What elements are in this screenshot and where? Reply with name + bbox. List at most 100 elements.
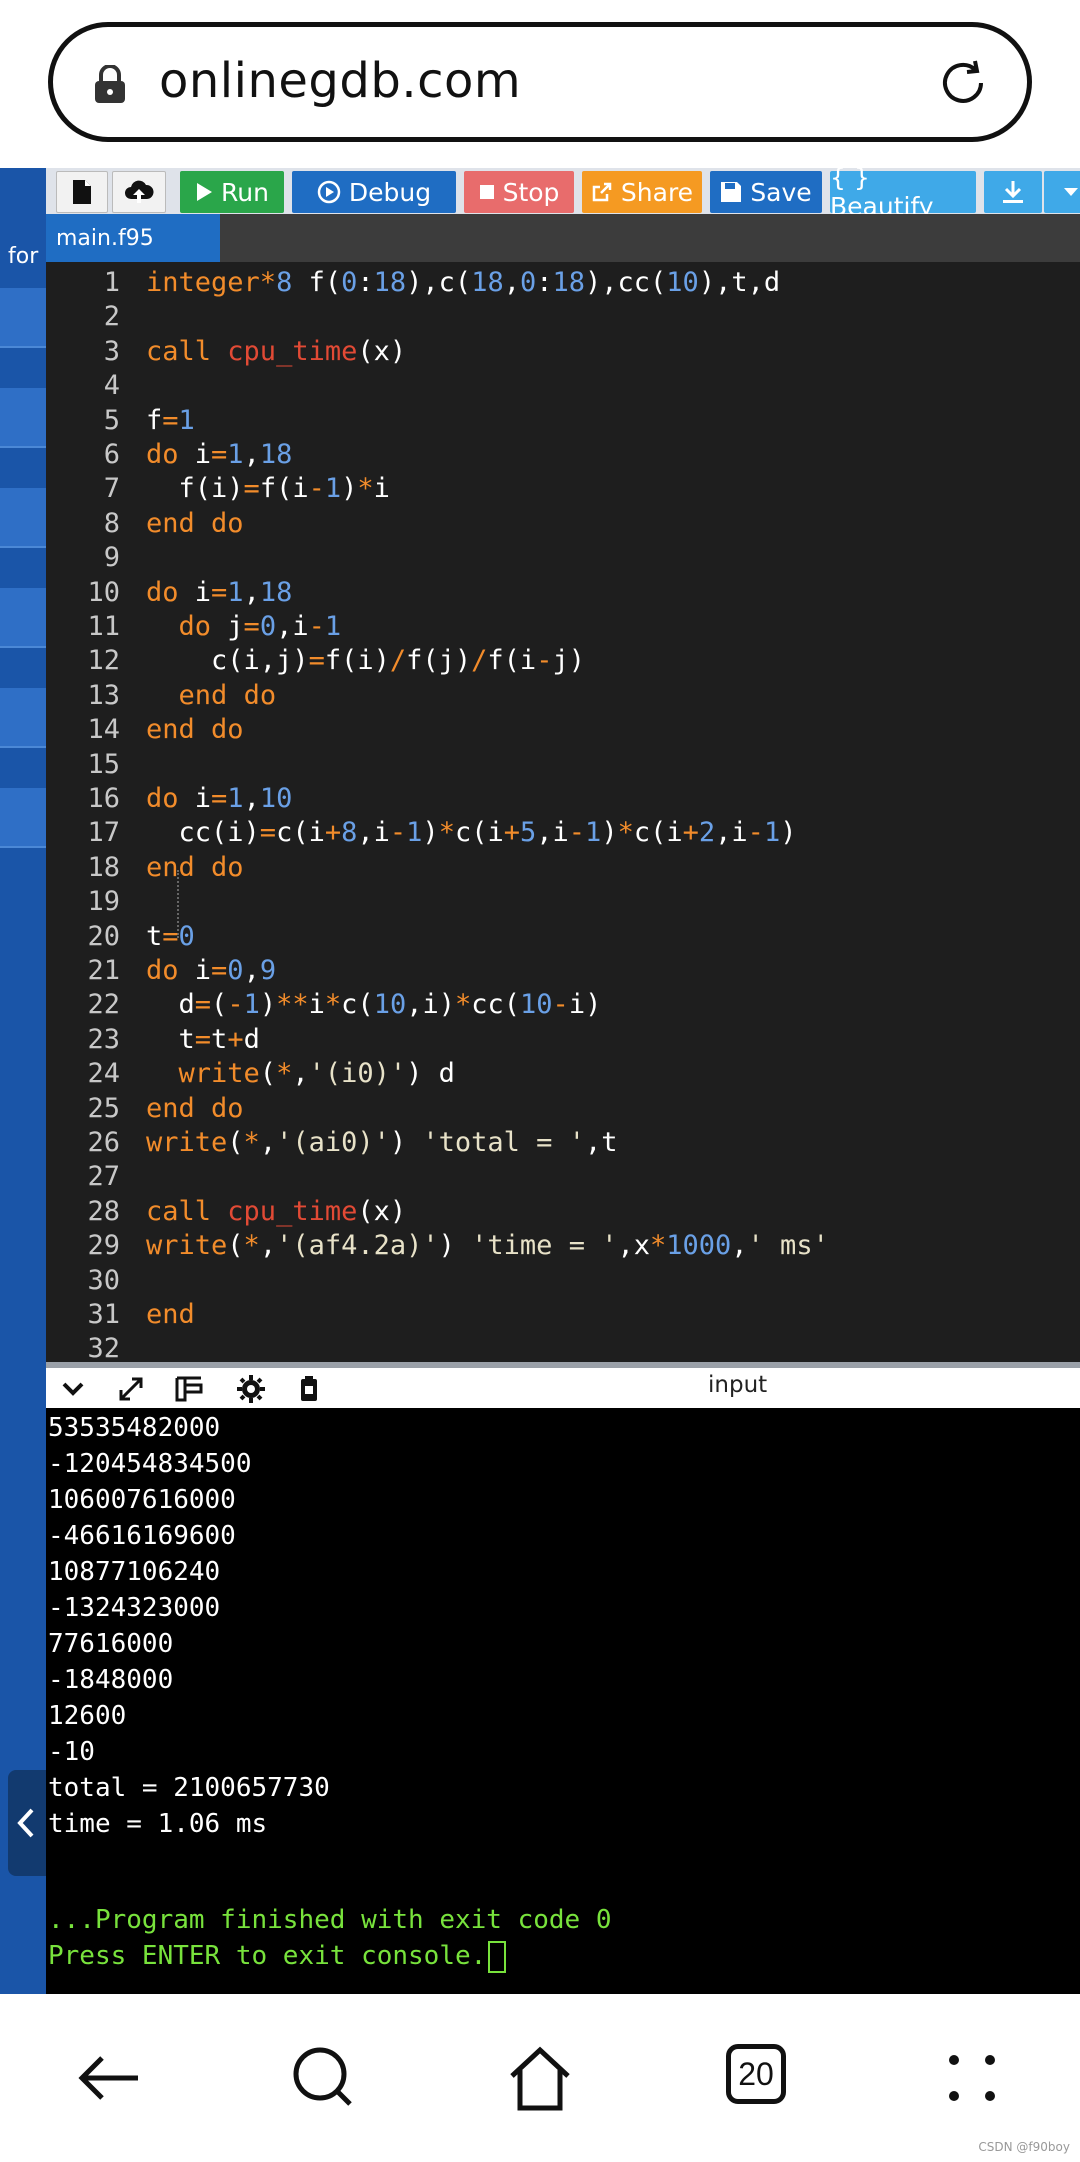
collapse-panel-tab[interactable] <box>8 1770 46 1876</box>
code-line[interactable]: 8 end do <box>46 507 1080 541</box>
reload-icon[interactable] <box>933 53 993 113</box>
code-line[interactable]: 13 end do <box>46 679 1080 713</box>
layout-icon[interactable] <box>174 1374 204 1404</box>
code-line[interactable]: 18 end do <box>46 851 1080 885</box>
line-number: 16 <box>87 783 120 814</box>
tab-switcher-button[interactable]: 20 <box>726 2044 786 2104</box>
chevron-down-icon[interactable] <box>58 1374 88 1404</box>
code-text: f(i)=f(i-1)*i <box>146 473 390 505</box>
console-line: time = 1.06 ms <box>48 1809 268 1839</box>
code-line[interactable]: 30 <box>46 1264 1080 1298</box>
code-line[interactable]: 31 end <box>46 1298 1080 1332</box>
code-line[interactable]: 16 do i=1,10 <box>46 782 1080 816</box>
code-line[interactable]: 25 end do <box>46 1092 1080 1126</box>
code-line[interactable]: 11 do j=0,i-1 <box>46 610 1080 644</box>
code-text: write(*,'(ai0)') 'total = ',t <box>146 1127 618 1158</box>
run-button[interactable]: Run <box>180 171 284 213</box>
code-text: cc(i)=c(i+8,i-1)*c(i+5,i-1)*c(i+2,i-1) <box>146 817 797 849</box>
sidebar-block[interactable] <box>0 588 46 648</box>
code-line[interactable]: 4 <box>46 369 1080 403</box>
code-text: f=1 <box>146 404 195 436</box>
sidebar-block[interactable] <box>0 688 46 748</box>
home-icon[interactable] <box>504 2042 576 2114</box>
debug-play-icon <box>317 180 341 204</box>
console-line: -1324323000 <box>48 1593 221 1623</box>
code-line[interactable]: 32 <box>46 1332 1080 1362</box>
line-number: 4 <box>103 370 120 402</box>
back-arrow-icon[interactable] <box>72 2042 144 2114</box>
more-dropdown-button[interactable] <box>1044 171 1080 213</box>
tab-main-f95[interactable]: main.f95 <box>46 214 220 262</box>
code-line[interactable]: 23 t=t+d <box>46 1023 1080 1057</box>
input-tab-label[interactable]: input <box>708 1372 767 1398</box>
sidebar-block[interactable] <box>0 788 46 848</box>
code-line[interactable]: 2 <box>46 300 1080 334</box>
sidebar-label[interactable]: for <box>8 244 38 269</box>
code-line[interactable]: 26 write(*,'(ai0)') 'total = ',t <box>46 1126 1080 1160</box>
gear-icon[interactable] <box>236 1374 266 1404</box>
code-line[interactable]: 14 end do <box>46 713 1080 747</box>
sidebar-block[interactable] <box>0 488 46 548</box>
code-line[interactable]: 21 do i=0,9 <box>46 954 1080 988</box>
code-line[interactable]: 9 <box>46 541 1080 575</box>
code-line[interactable]: 24 write(*,'(i0)') d <box>46 1057 1080 1091</box>
upload-button[interactable] <box>112 171 166 213</box>
code-text: t=t+d <box>146 1023 260 1055</box>
sidebar-block[interactable] <box>0 288 46 348</box>
menu-dots-icon[interactable] <box>936 2042 1008 2114</box>
line-number: 26 <box>87 1127 120 1158</box>
code-line[interactable]: 28 call cpu_time(x) <box>46 1195 1080 1229</box>
line-number: 7 <box>103 473 120 505</box>
code-text: do i=1,18 <box>146 576 293 608</box>
code-text: call cpu_time(x) <box>146 1195 407 1227</box>
line-number: 28 <box>87 1195 120 1227</box>
left-sidebar-strip: for <box>0 168 46 1994</box>
code-line[interactable]: 7 f(i)=f(i-1)*i <box>46 472 1080 506</box>
url-text[interactable]: onlinegdb.com <box>159 53 521 109</box>
stop-button[interactable]: Stop <box>464 171 574 213</box>
code-line[interactable]: 10 do i=1,18 <box>46 576 1080 610</box>
line-number: 29 <box>87 1230 120 1262</box>
press-enter-message: Press ENTER to exit console. <box>48 1938 507 1974</box>
code-text: end <box>146 1299 195 1330</box>
code-line[interactable]: 12 c(i,j)=f(i)/f(j)/f(i-j) <box>46 644 1080 678</box>
lock-icon <box>95 65 125 103</box>
code-text: c(i,j)=f(i)/f(j)/f(i-j) <box>146 645 585 677</box>
debug-button[interactable]: Debug <box>292 171 456 213</box>
code-line[interactable]: 5 f=1 <box>46 404 1080 438</box>
beautify-button[interactable]: { } Beautify <box>830 163 976 221</box>
browser-address-area: onlinegdb.com <box>0 0 1080 168</box>
line-number: 25 <box>87 1092 120 1124</box>
clipboard-icon[interactable] <box>294 1374 324 1404</box>
code-line[interactable]: 27 <box>46 1160 1080 1194</box>
console-line: -10 <box>48 1737 95 1767</box>
code-text: end do <box>146 507 244 539</box>
code-line[interactable]: 15 <box>46 748 1080 782</box>
share-icon <box>592 182 612 202</box>
save-icon <box>721 182 742 202</box>
console-line: 12600 <box>48 1701 127 1731</box>
address-bar[interactable]: onlinegdb.com <box>48 22 1032 142</box>
save-button[interactable]: Save <box>710 171 822 213</box>
code-line[interactable]: 6 do i=1,18 <box>46 438 1080 472</box>
expand-icon[interactable] <box>116 1374 146 1404</box>
share-button[interactable]: Share <box>582 171 702 213</box>
search-icon[interactable] <box>288 2042 360 2114</box>
console-line: -46616169600 <box>48 1521 236 1551</box>
code-line[interactable]: 3 call cpu_time(x) <box>46 335 1080 369</box>
code-editor[interactable]: 1 integer*8 f(0:18),c(18,0:18),cc(10),t,d… <box>46 262 1080 1362</box>
code-line[interactable]: 22 d=(-1)**i*c(10,i)*cc(10-i) <box>46 988 1080 1022</box>
new-file-button[interactable] <box>56 171 108 213</box>
code-line[interactable]: 17 cc(i)=c(i+8,i-1)*c(i+5,i-1)*c(i+2,i-1… <box>46 816 1080 850</box>
code-text: do i=1,18 <box>146 439 293 470</box>
output-console[interactable]: 53535482000 -120454834500 106007616000 -466… <box>46 1408 1080 1994</box>
code-line[interactable]: 20 t=0 <box>46 920 1080 954</box>
file-tab-bar: main.f95 <box>46 214 1080 262</box>
code-line[interactable]: 19 <box>46 885 1080 919</box>
code-line[interactable]: 29 write(*,'(af4.2a)') 'time = ',x*1000,'… <box>46 1229 1080 1263</box>
sidebar-block[interactable] <box>0 388 46 448</box>
download-button[interactable] <box>984 171 1042 213</box>
code-line[interactable]: 1 integer*8 f(0:18),c(18,0:18),cc(10),t,d <box>46 266 1080 300</box>
stop-label: Stop <box>502 177 560 207</box>
line-number: 24 <box>87 1058 120 1090</box>
